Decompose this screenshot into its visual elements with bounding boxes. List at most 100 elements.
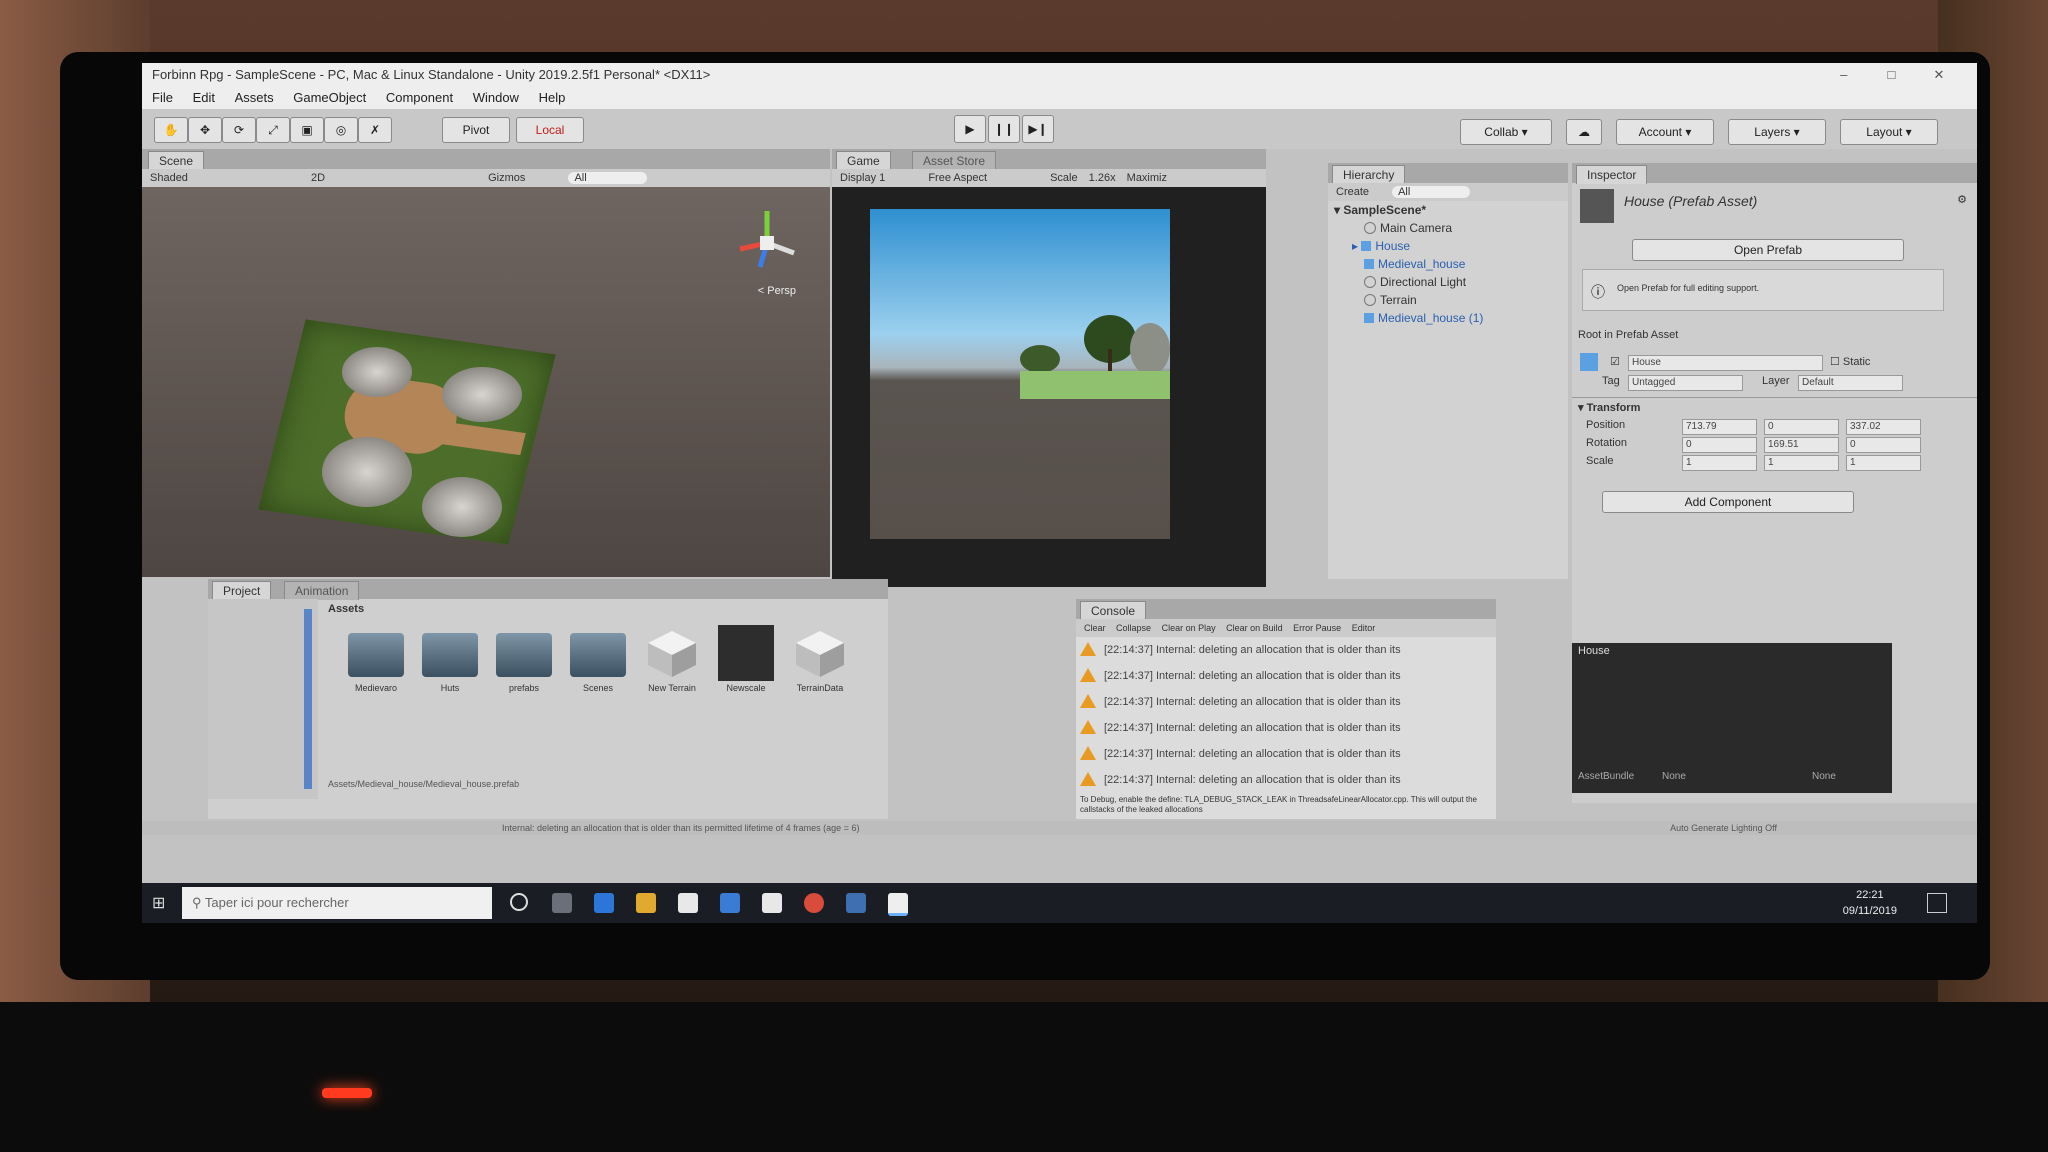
position-z-field[interactable]: 337.02 <box>1846 419 1921 435</box>
mail-icon[interactable] <box>762 893 782 913</box>
file-explorer-icon[interactable] <box>636 893 656 913</box>
position-y-field[interactable]: 0 <box>1764 419 1839 435</box>
tab-animation[interactable]: Animation <box>284 581 360 600</box>
asset-folder[interactable] <box>422 633 478 677</box>
layout-dropdown[interactable]: Layout ▾ <box>1840 119 1938 145</box>
maximize-toggle[interactable]: Maximiz <box>1127 172 1167 184</box>
rect-tool-icon[interactable]: ▣ <box>290 117 324 143</box>
taskbar-clock[interactable]: 22:21 09/11/2019 <box>1843 887 1897 919</box>
menu-edit[interactable]: Edit <box>193 90 215 105</box>
name-field[interactable]: House <box>1628 355 1823 371</box>
dropbox-icon[interactable] <box>720 893 740 913</box>
rotation-y-field[interactable]: 169.51 <box>1764 437 1839 453</box>
menu-gameobject[interactable]: GameObject <box>293 90 366 105</box>
layers-dropdown[interactable]: Layers ▾ <box>1728 119 1826 145</box>
position-x-field[interactable]: 713.79 <box>1682 419 1757 435</box>
transform-tool-icon[interactable]: ◎ <box>324 117 358 143</box>
display-dropdown[interactable]: Display 1 <box>840 172 885 184</box>
terraindata-asset-icon[interactable] <box>792 625 848 681</box>
notification-icon[interactable] <box>1927 893 1947 913</box>
custom-tool-icon[interactable]: ✗ <box>358 117 392 143</box>
close-icon[interactable]: ✕ <box>1917 63 1961 87</box>
windows-start-icon[interactable]: ⊞ <box>152 893 165 913</box>
hand-tool-icon[interactable]: ✋ <box>154 117 188 143</box>
scene-viewport[interactable]: < Persp <box>142 187 830 577</box>
taskbar-search-input[interactable]: ⚲ Taper ici pour rechercher <box>182 887 492 919</box>
list-item[interactable]: Terrain <box>1334 291 1564 309</box>
hierarchy-search-input[interactable]: All <box>1392 186 1471 198</box>
store-icon[interactable] <box>678 893 698 913</box>
tab-console[interactable]: Console <box>1080 601 1147 620</box>
local-toggle[interactable]: Local <box>516 117 584 143</box>
add-component-button[interactable]: Add Component <box>1602 491 1854 513</box>
asset-folder[interactable] <box>496 633 552 677</box>
scene-asset-icon[interactable] <box>718 625 774 681</box>
aspect-dropdown[interactable]: Free Aspect <box>928 172 987 184</box>
tree-scrollbar[interactable] <box>304 609 312 789</box>
pause-button[interactable]: ❙❙ <box>988 115 1020 143</box>
error-pause-button[interactable]: Error Pause <box>1293 623 1341 633</box>
console-row[interactable]: [22:14:37] Internal: deleting an allocat… <box>1080 743 1401 765</box>
clear-on-play-button[interactable]: Clear on Play <box>1162 623 1216 633</box>
tab-game[interactable]: Game <box>836 151 891 170</box>
maximize-icon[interactable]: □ <box>1869 63 1913 87</box>
edge-icon[interactable] <box>594 893 614 913</box>
clear-on-build-button[interactable]: Clear on Build <box>1226 623 1283 633</box>
move-tool-icon[interactable]: ✥ <box>188 117 222 143</box>
rotate-tool-icon[interactable]: ⟳ <box>222 117 256 143</box>
scale-tool-icon[interactable]: ⤢ <box>256 117 290 143</box>
tab-hierarchy[interactable]: Hierarchy <box>1332 165 1406 184</box>
layer-dropdown[interactable]: Default <box>1798 375 1903 391</box>
clear-button[interactable]: Clear <box>1084 623 1106 633</box>
settings-gear-icon[interactable]: ⚙ <box>1957 193 1967 206</box>
pivot-toggle[interactable]: Pivot <box>442 117 510 143</box>
static-toggle[interactable]: ☐ Static <box>1830 355 1870 368</box>
console-row[interactable]: [22:14:37] Internal: deleting an allocat… <box>1080 639 1401 661</box>
scene-gizmo-icon[interactable] <box>732 203 802 283</box>
editor-dropdown[interactable]: Editor <box>1352 623 1376 633</box>
menu-component[interactable]: Component <box>386 90 453 105</box>
task-view-icon[interactable] <box>552 893 572 913</box>
terrain-asset-icon[interactable] <box>644 625 700 681</box>
folder-tree[interactable] <box>208 599 318 799</box>
scale-y-field[interactable]: 1 <box>1764 455 1839 471</box>
list-item[interactable]: Main Camera <box>1334 219 1564 237</box>
tab-asset-store[interactable]: Asset Store <box>912 151 997 170</box>
play-button[interactable]: ▶ <box>954 115 986 143</box>
menu-file[interactable]: File <box>152 90 173 105</box>
list-item[interactable]: Medieval_house <box>1334 255 1564 273</box>
console-row[interactable]: [22:14:37] Internal: deleting an allocat… <box>1080 717 1401 739</box>
status-message[interactable]: Internal: deleting an allocation that is… <box>502 823 859 833</box>
chrome-icon[interactable] <box>804 893 824 913</box>
cloud-icon[interactable]: ☁ <box>1566 119 1602 145</box>
perspective-label[interactable]: < Persp <box>758 285 796 297</box>
menu-help[interactable]: Help <box>539 90 566 105</box>
unity-icon[interactable] <box>888 893 908 916</box>
list-item[interactable]: Directional Light <box>1334 273 1564 291</box>
tab-scene[interactable]: Scene <box>148 151 205 170</box>
scene-root[interactable]: ▾ SampleScene* <box>1334 201 1564 219</box>
console-row[interactable]: [22:14:37] Internal: deleting an allocat… <box>1080 769 1401 791</box>
console-row[interactable]: [22:14:37] Internal: deleting an allocat… <box>1080 665 1401 687</box>
game-viewport[interactable] <box>832 187 1266 587</box>
scale-z-field[interactable]: 1 <box>1846 455 1921 471</box>
rotation-x-field[interactable]: 0 <box>1682 437 1757 453</box>
tab-project[interactable]: Project <box>212 581 272 600</box>
account-dropdown[interactable]: Account ▾ <box>1616 119 1714 145</box>
scale-x-field[interactable]: 1 <box>1682 455 1757 471</box>
transform-header[interactable]: ▾ Transform <box>1578 401 1640 414</box>
cortana-icon[interactable] <box>510 893 528 911</box>
asset-bundle-dropdown[interactable]: None <box>1662 771 1686 782</box>
asset-folder[interactable] <box>348 633 404 677</box>
collapse-button[interactable]: Collapse <box>1116 623 1151 633</box>
shading-dropdown[interactable]: Shaded <box>150 172 188 184</box>
tag-dropdown[interactable]: Untagged <box>1628 375 1743 391</box>
rotation-z-field[interactable]: 0 <box>1846 437 1921 453</box>
menu-assets[interactable]: Assets <box>235 90 274 105</box>
list-item[interactable]: ▸ House <box>1334 237 1564 255</box>
open-prefab-button[interactable]: Open Prefab <box>1632 239 1904 261</box>
scale-value[interactable]: 1.26x <box>1089 172 1116 184</box>
console-row[interactable]: [22:14:37] Internal: deleting an allocat… <box>1080 691 1401 713</box>
2d-toggle[interactable]: 2D <box>311 172 325 184</box>
tab-inspector[interactable]: Inspector <box>1576 165 1648 184</box>
